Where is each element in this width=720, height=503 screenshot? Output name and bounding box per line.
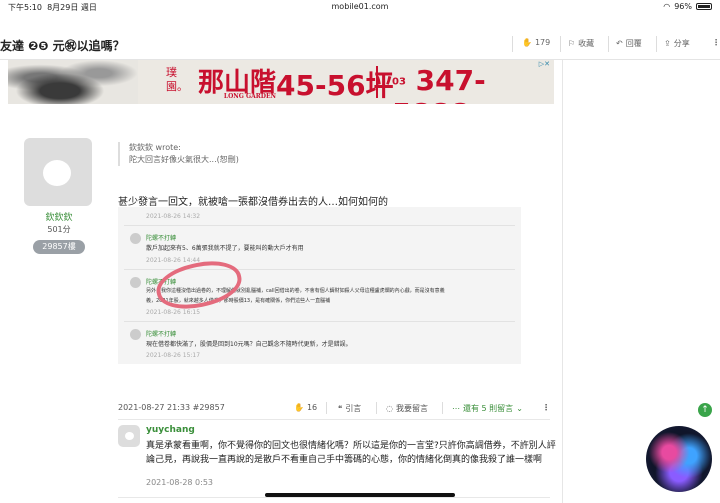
post-like-count: 16 — [306, 403, 318, 412]
share-icon: ⇪ — [664, 39, 671, 48]
share-label: 分享 — [673, 39, 690, 48]
thread-header: 友達 ❷❺ 元㊗以追嗎？ ✋ 179 ⚐ 收藏 ↶ 回覆 ⇪ 分享 ⋮ — [0, 30, 720, 60]
reply-text: 真是承蒙看重啊，你不覺得你的回文也很情緒化嗎？所以這是你的一言堂?只許你高調借券… — [146, 441, 556, 465]
post-like-button[interactable]: ✋ 16 — [294, 403, 317, 412]
screenshot-divider — [124, 321, 515, 322]
row-divider — [118, 497, 550, 498]
share-button[interactable]: ⇪ 分享 — [664, 38, 690, 49]
screenshot-avatar — [130, 277, 141, 288]
quote-text: 陀大回言好像火氣很大...(恕刪) — [129, 155, 239, 164]
battery-icon — [696, 3, 712, 10]
comment-icon: ◌ — [386, 404, 393, 413]
bookmark-icon: ⚐ — [568, 39, 576, 48]
post-body: 甚少發言一回文，就被嗆一張都沒借券出去的人…如何如何的 — [118, 197, 388, 208]
like-icon: ✋ — [522, 38, 532, 47]
ad-divider — [376, 66, 378, 98]
screenshot-comment-name: 陀螺不打轉 — [146, 331, 177, 338]
header-divider — [560, 36, 561, 52]
action-divider — [442, 402, 443, 414]
ad-phone-number: 347-5888 — [392, 64, 486, 104]
header-divider — [608, 36, 609, 52]
quote-label: 引言 — [345, 404, 362, 413]
status-bar: 下午5:10 8月29日 週日 mobile01.com ◠ 96% — [0, 0, 720, 14]
reply-time: 2021-08-28 0:53 — [146, 478, 213, 487]
post-timestamp[interactable]: 2021-08-27 21:33 #29857 — [118, 403, 225, 412]
action-divider — [326, 402, 327, 414]
screenshot-timestamp: 2021-08-26 16:15 — [146, 309, 201, 316]
screenshot-comment-name: 陀螺不打轉 — [146, 235, 177, 242]
reply-label: 回覆 — [625, 39, 642, 48]
like-button[interactable]: ✋ 179 — [522, 38, 550, 47]
screenshot-avatar — [130, 233, 141, 244]
siri-orb-icon[interactable] — [646, 426, 712, 492]
author-score: 501分 — [47, 225, 71, 234]
more-menu-icon[interactable]: ⋮ — [712, 38, 720, 47]
more-comments-button[interactable]: ⋯ 還有 5 則留言 ⌄ — [452, 403, 523, 414]
status-url[interactable]: mobile01.com — [0, 2, 720, 11]
scroll-top-icon[interactable]: ↑ — [698, 403, 712, 417]
reply-avatar[interactable] — [118, 425, 140, 447]
ad-close-icon[interactable]: ▷✕ — [539, 60, 550, 68]
like-icon: ✋ — [294, 403, 304, 412]
bookmark-label: 收藏 — [578, 39, 595, 48]
screenshot-avatar — [130, 329, 141, 340]
column-divider — [562, 60, 563, 503]
quote-icon: ❝ — [338, 404, 343, 413]
ad-brand-large: 那山階 LONG GARDEN — [198, 62, 276, 100]
action-divider — [376, 402, 377, 414]
status-right: ◠ 96% — [663, 2, 712, 11]
reply-button[interactable]: ↶ 回覆 — [616, 38, 642, 49]
ad-artwork — [8, 60, 138, 104]
ad-brand-small: 璞園。 — [166, 66, 188, 93]
screenshot-timestamp: 2021-08-26 14:32 — [146, 213, 201, 220]
avatar-placeholder-icon — [43, 160, 71, 186]
home-indicator[interactable] — [265, 493, 455, 497]
ad-phone-prefix: 03 — [392, 76, 406, 88]
author-name[interactable]: 欽欽欽 — [20, 210, 98, 223]
header-divider — [512, 36, 513, 52]
quote-button[interactable]: ❝ 引言 — [338, 403, 361, 414]
author-avatar[interactable] — [24, 138, 92, 206]
battery-percent: 96% — [674, 2, 692, 11]
leave-message-button[interactable]: ◌ 我要留言 — [386, 403, 428, 414]
comments-icon: ⋯ — [452, 404, 460, 413]
ad-banner[interactable]: 璞園。 那山階 LONG GARDEN 45-56坪 03 347-5888 ▷… — [8, 60, 554, 104]
quote-block: 欽欽欽 wrote: 陀大回言好像火氣很大...(恕刪) — [118, 142, 538, 166]
screenshot-comment-text: 現在借卷都快滿了，股價是回到10元嗎？自己觀念不隨時代更新，才是錯誤。 — [146, 341, 352, 348]
ad-phone: 03 347-5888 — [392, 64, 554, 104]
quote-header: 欽欽欽 wrote: — [129, 143, 181, 152]
more-comments-label: 還有 5 則留言 — [463, 404, 514, 413]
header-divider — [656, 36, 657, 52]
wifi-icon: ◠ — [663, 2, 671, 11]
leave-message-label: 我要留言 — [395, 404, 428, 413]
attached-screenshot[interactable]: 2021-08-26 14:32 陀螺不打轉 散戶加起來有5、6萬張我就不提了，… — [118, 207, 521, 364]
like-count: 179 — [534, 38, 551, 47]
chevron-down-icon: ⌄ — [516, 404, 523, 413]
screenshot-comment-text: 散戶加起來有5、6萬張我就不提了，要能叫的動大戶才有用 — [146, 245, 304, 252]
row-divider — [118, 419, 550, 420]
post-more-menu-icon[interactable]: ⋮ — [542, 403, 550, 412]
thread-title: 友達 ❷❺ 元㊗以追嗎？ — [0, 39, 125, 53]
floor-badge: 29857樓 — [33, 240, 85, 254]
reply-icon: ↶ — [616, 39, 623, 48]
screenshot-divider — [124, 225, 515, 226]
screenshot-timestamp: 2021-08-26 15:17 — [146, 352, 201, 359]
reply-author[interactable]: yuychang — [146, 425, 195, 435]
bookmark-button[interactable]: ⚐ 收藏 — [568, 38, 594, 49]
